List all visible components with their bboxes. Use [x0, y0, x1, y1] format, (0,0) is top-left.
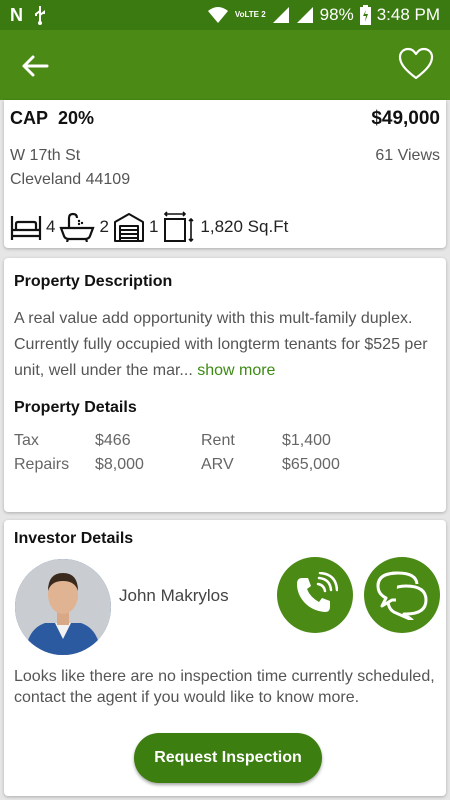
heart-outline-icon[interactable] — [398, 46, 434, 82]
arrow-left-icon[interactable] — [20, 51, 50, 81]
agent-name: John Makrylos — [119, 586, 229, 605]
detail-value: $65,000 — [282, 456, 340, 473]
view-count: 61 Views — [375, 147, 440, 164]
cap-value: 20% — [58, 108, 95, 128]
inspection-note: Looks like there are no inspection time … — [14, 668, 435, 706]
bed-count: 4 — [46, 217, 56, 236]
bed-icon — [10, 216, 42, 240]
chat-bubbles-icon — [376, 571, 428, 620]
chat-button[interactable] — [364, 557, 440, 633]
details-title: Property Details — [14, 399, 137, 416]
wifi-icon — [207, 7, 228, 23]
cap-label: CAP — [10, 108, 49, 128]
detail-value: $1,400 — [282, 432, 331, 449]
property-description-card: Property Description A real value add op… — [4, 258, 446, 512]
cap-rate: CAP 20% — [10, 108, 94, 129]
detail-value: $8,000 — [95, 456, 144, 473]
details-row: Repairs $8,000 ARV $65,000 — [14, 456, 434, 480]
details-table: Tax $466 Rent $1,400 Repairs $8,000 ARV … — [14, 432, 434, 480]
area-size: 1,820 Sq.Ft — [200, 217, 289, 236]
phone-call-icon — [297, 572, 338, 612]
details-row: Tax $466 Rent $1,400 — [14, 432, 434, 456]
signal-icon — [296, 7, 313, 23]
address-street: W 17th St — [10, 147, 81, 164]
detail-value: $466 — [95, 432, 131, 449]
detail-label: Repairs — [14, 456, 70, 473]
network-label: VoLTE 2 — [234, 10, 266, 19]
garage-icon — [113, 213, 144, 242]
show-more-link[interactable]: show more — [197, 362, 275, 379]
avatar — [15, 559, 111, 655]
garage-count: 1 — [148, 217, 159, 236]
battery-charging-icon — [359, 5, 371, 25]
n-icon: N — [10, 5, 23, 25]
bathtub-icon — [59, 212, 96, 242]
investor-details-card: Investor Details John Makrylos Looks lik… — [4, 520, 446, 796]
address-city: Cleveland 44109 — [10, 171, 131, 188]
signal-icon — [272, 7, 289, 23]
avatar-portrait-icon — [15, 559, 111, 655]
property-summary-card: CAP 20% $49,000 W 17th St Cleveland 4410… — [4, 100, 446, 248]
investor-title: Investor Details — [14, 530, 134, 547]
bath-count: 2 — [99, 217, 109, 236]
clock: 3:48 PM — [376, 5, 440, 24]
detail-label: Rent — [201, 432, 235, 449]
detail-label: ARV — [201, 456, 234, 473]
description-title: Property Description — [14, 273, 173, 290]
app-bar — [0, 30, 450, 100]
area-icon — [164, 211, 194, 243]
request-inspection-button[interactable]: Request Inspection — [134, 733, 322, 783]
call-button[interactable] — [277, 557, 353, 633]
battery-percent: 98% — [319, 5, 354, 24]
detail-label: Tax — [14, 432, 39, 449]
status-bar: N VoLTE 2 98% 3:48 PM — [0, 0, 450, 30]
description-text: A real value add opportunity with this m… — [14, 306, 434, 384]
usb-icon — [35, 6, 45, 25]
property-features: 4 2 1 1,820 Sq.Ft — [10, 210, 292, 244]
property-price: $49,000 — [371, 108, 440, 129]
